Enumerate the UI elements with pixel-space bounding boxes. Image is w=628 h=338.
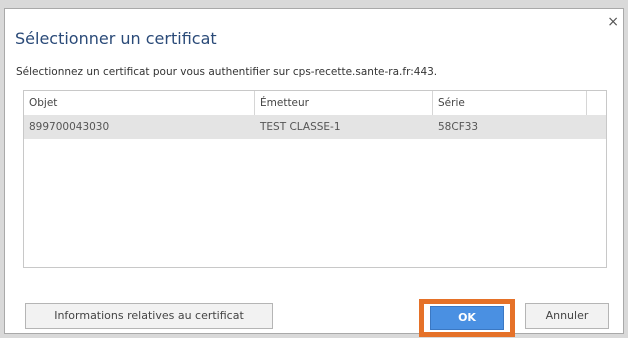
column-header-serial[interactable]: Série [433,91,587,115]
certificate-table: Objet Émetteur Série 899700043030 TEST C… [23,90,607,268]
table-row[interactable]: 899700043030 TEST CLASSE-1 58CF33 [24,115,606,139]
cell-issuer: TEST CLASSE-1 [260,121,341,133]
cell-serial: 58CF33 [438,121,479,133]
ok-button[interactable]: OK [430,306,504,330]
certificate-info-button[interactable]: Informations relatives au certificat [25,303,273,329]
cancel-button[interactable]: Annuler [525,303,609,329]
close-icon[interactable]: × [607,15,619,29]
dialog-prompt: Sélectionnez un certificat pour vous aut… [16,66,438,78]
table-header: Objet Émetteur Série [24,91,606,116]
column-header-issuer[interactable]: Émetteur [255,91,433,115]
certificate-dialog: × Sélectionner un certificat Sélectionne… [4,8,624,337]
dialog-title: Sélectionner un certificat [15,29,217,48]
cell-object: 899700043030 [29,121,110,133]
column-header-object[interactable]: Objet [24,91,255,115]
